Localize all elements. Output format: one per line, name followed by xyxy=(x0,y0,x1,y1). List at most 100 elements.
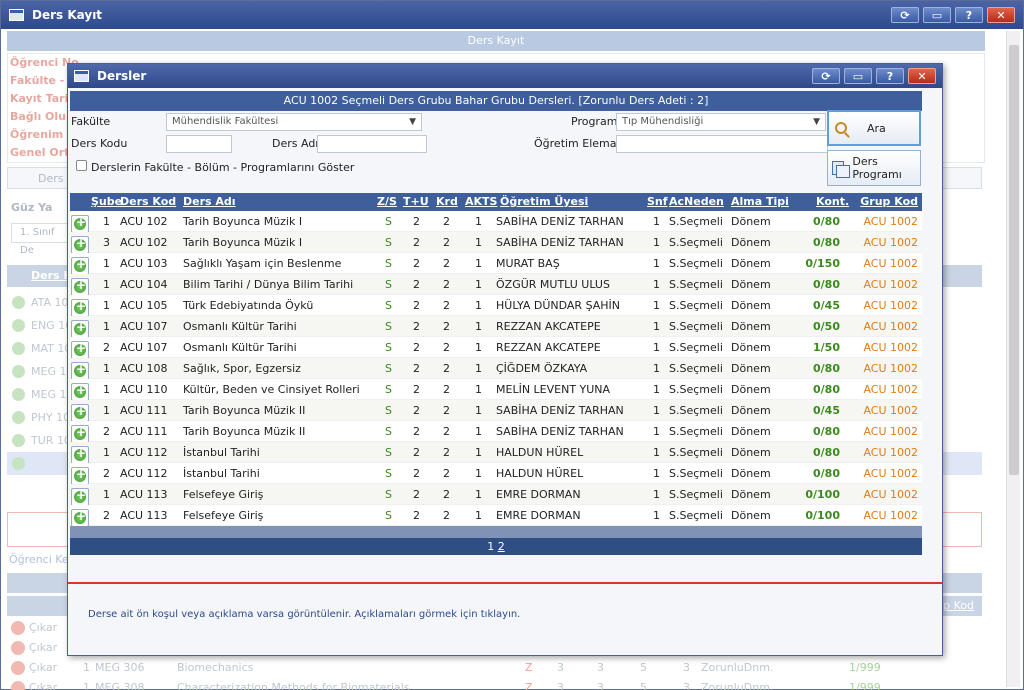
table-row[interactable]: 1 ACU 110 Kültür, Beden ve Cinsiyet Roller… xyxy=(70,379,922,401)
add-course-icon[interactable] xyxy=(71,320,89,338)
remove-label[interactable]: Çıkar xyxy=(29,678,57,690)
remove-icon[interactable] xyxy=(11,661,25,675)
class-combo[interactable]: 1. Sınıf De xyxy=(11,223,71,256)
table-row[interactable]: 2 ACU 107 Osmanlı Kültür Tarihi S 2 2 1 REZZAN … xyxy=(70,337,922,359)
table-row[interactable]: 1 ACU 112 İstanbul Tarihi S 2 2 1 HALDUN HÜREL 1… xyxy=(70,442,922,464)
restore-icon[interactable]: ▭ xyxy=(844,68,872,84)
close-icon[interactable]: ✕ xyxy=(908,68,936,84)
add-course-icon[interactable] xyxy=(71,404,89,422)
cell-tu: 2 xyxy=(413,404,420,417)
remove-icon[interactable] xyxy=(11,621,25,635)
col-tu[interactable]: T+U xyxy=(403,195,429,208)
table-row[interactable]: 2ACU 113Felsefeye GirişS221EMRE DORMAN1S… xyxy=(70,505,922,527)
add-course-icon[interactable] xyxy=(71,341,89,359)
remove-icon[interactable] xyxy=(11,641,25,655)
table-row[interactable]: 1 ACU 102 Tarih Boyunca Müzik I S 2 2 1 SABİHA … xyxy=(70,211,922,233)
add-course-icon[interactable] xyxy=(71,299,89,317)
cell-grup-kod: ACU 1002 xyxy=(863,362,918,375)
cell-acneden: S.Seçmeli xyxy=(669,320,723,333)
refresh-icon[interactable]: ⟳ xyxy=(891,7,919,23)
ders-programi-button[interactable]: Ders Programı xyxy=(827,150,921,186)
col-grup-kod[interactable]: Grup Kod xyxy=(860,195,918,208)
table-row[interactable]: 1 ACU 103 Sağlıklı Yaşam için Beslenme S 2 2 1… xyxy=(70,253,922,275)
page-2-link[interactable]: 2 xyxy=(498,540,505,553)
col-krd[interactable]: Krd xyxy=(436,195,458,208)
table-row[interactable]: 1 ACU 111 Tarih Boyunca Müzik II S 2 2 1 SABİHA… xyxy=(70,400,922,422)
table-row[interactable]: 2 ACU 112 İstanbul Tarihi S 2 2 1 HALDUN HÜREL 1… xyxy=(70,463,922,485)
add-course-icon[interactable] xyxy=(71,446,89,464)
cell-acneden: S.Seçmeli xyxy=(669,278,723,291)
col-ders-kod[interactable]: Ders Kod xyxy=(120,195,176,208)
remove-label[interactable]: Çıkar xyxy=(29,638,57,658)
fakulte-select[interactable]: Mühendislik Fakültesi ▼ xyxy=(166,113,422,131)
ders-programi-label: Ders Programı xyxy=(852,155,902,181)
remove-icon[interactable] xyxy=(11,681,25,690)
cell-krd: 2 xyxy=(443,404,450,417)
drop-b: 3 xyxy=(597,681,604,690)
page-1[interactable]: 1 xyxy=(487,540,494,553)
add-course-icon[interactable] xyxy=(71,467,89,485)
ders-adi-input[interactable] xyxy=(317,135,427,153)
cell-sube: 1 xyxy=(103,257,110,270)
cell-ders-adi: Kültür, Beden ve Cinsiyet Rolleri xyxy=(183,383,360,396)
course-note[interactable]: Derse ait ön koşul veya açıklama varsa g… xyxy=(88,609,520,620)
add-course-icon[interactable] xyxy=(71,425,89,443)
grid-header: Şube Ders Kod Ders Adı Z/S T+U Krd AKTS … xyxy=(70,193,922,211)
col-kont[interactable]: Kont. xyxy=(816,195,849,208)
table-row[interactable]: 1 ACU 105 Türk Edebiyatında Öykü S 2 2 1 HÜLYA … xyxy=(70,295,922,317)
refresh-icon[interactable]: ⟳ xyxy=(812,68,840,84)
table-row[interactable]: 1 ACU 108 Sağlık, Spor, Egzersiz S 2 2 1 ÇİĞDEM… xyxy=(70,358,922,380)
cell-ders-kod: ACU 108 xyxy=(120,362,168,375)
table-row[interactable]: 1ACU 113Felsefeye GirişS221EMRE DORMAN1S… xyxy=(70,484,922,506)
show-programs-checkbox[interactable] xyxy=(76,160,87,171)
ders-kodu-input[interactable] xyxy=(166,135,232,153)
drop-ad: Biomechanics xyxy=(177,661,254,674)
table-row[interactable]: 2 ACU 111 Tarih Boyunca Müzik II S 2 2 1 SABİHA… xyxy=(70,421,922,443)
add-course-icon[interactable] xyxy=(71,383,89,401)
add-course-icon[interactable] xyxy=(71,488,89,506)
cell-krd: 2 xyxy=(443,215,450,228)
table-row[interactable]: 1 ACU 104 Bilim Tarihi / Dünya Bilim Tarih… xyxy=(70,274,922,296)
col-ders-adi[interactable]: Ders Adı xyxy=(183,195,236,208)
cell-ders-kod: ACU 102 xyxy=(120,236,168,249)
close-icon[interactable]: ✕ xyxy=(987,7,1015,23)
cell-alma-tipi: Dönem xyxy=(731,320,771,333)
add-course-icon[interactable] xyxy=(71,236,89,254)
col-akts[interactable]: AKTS xyxy=(465,195,497,208)
help-icon[interactable]: ? xyxy=(876,68,904,84)
cell-tu: 2 xyxy=(413,257,420,270)
add-course-icon[interactable] xyxy=(71,278,89,296)
main-scrollbar[interactable] xyxy=(1006,31,1020,687)
add-course-icon[interactable] xyxy=(71,362,89,380)
ders-adi-label: Ders Adı xyxy=(272,137,319,150)
col-sube[interactable]: Şube xyxy=(91,195,122,208)
add-course-icon[interactable] xyxy=(71,215,89,233)
ara-button[interactable]: Ara xyxy=(827,110,921,146)
col-zs[interactable]: Z/S xyxy=(377,195,397,208)
add-course-icon[interactable] xyxy=(71,509,89,527)
col-ogretim-uyesi[interactable]: Öğretim Üyesi xyxy=(500,195,588,208)
dialog-titlebar[interactable]: Dersler ⟳ ▭ ? ✕ xyxy=(68,64,942,88)
table-row[interactable]: 1 ACU 107 Osmanlı Kültür Tarihi S 2 2 1 REZZAN … xyxy=(70,316,922,338)
col-acneden[interactable]: AcNeden xyxy=(669,195,724,208)
remove-label[interactable]: Çıkar xyxy=(29,618,57,638)
cell-akts: 1 xyxy=(475,278,482,291)
cell-akts: 1 xyxy=(475,215,482,228)
table-row[interactable]: 3 ACU 102 Tarih Boyunca Müzik I S 2 2 1 SABİHA … xyxy=(70,232,922,254)
cell-krd: 2 xyxy=(443,236,450,249)
remove-label[interactable]: Çıkar xyxy=(29,658,57,678)
restore-icon[interactable]: ▭ xyxy=(923,7,951,23)
drop-kod: MEG 308 xyxy=(95,681,145,690)
season-radio[interactable]: Güz Ya xyxy=(11,201,52,214)
cell-krd: 2 xyxy=(443,425,450,438)
program-select[interactable]: Tıp Mühendisliği ▼ xyxy=(616,113,826,131)
ogretim-elemani-input[interactable] xyxy=(616,135,828,153)
cell-acneden: S.Seçmeli xyxy=(669,488,723,501)
col-snf[interactable]: Snf xyxy=(647,195,668,208)
col-alma-tipi[interactable]: Alma Tipi xyxy=(731,195,789,208)
add-course-icon[interactable] xyxy=(71,257,89,275)
scrollbar-thumb[interactable] xyxy=(1009,45,1019,475)
cell-akts: 1 xyxy=(475,341,482,354)
help-icon[interactable]: ? xyxy=(955,7,983,23)
drop-d: 3 xyxy=(683,681,690,690)
